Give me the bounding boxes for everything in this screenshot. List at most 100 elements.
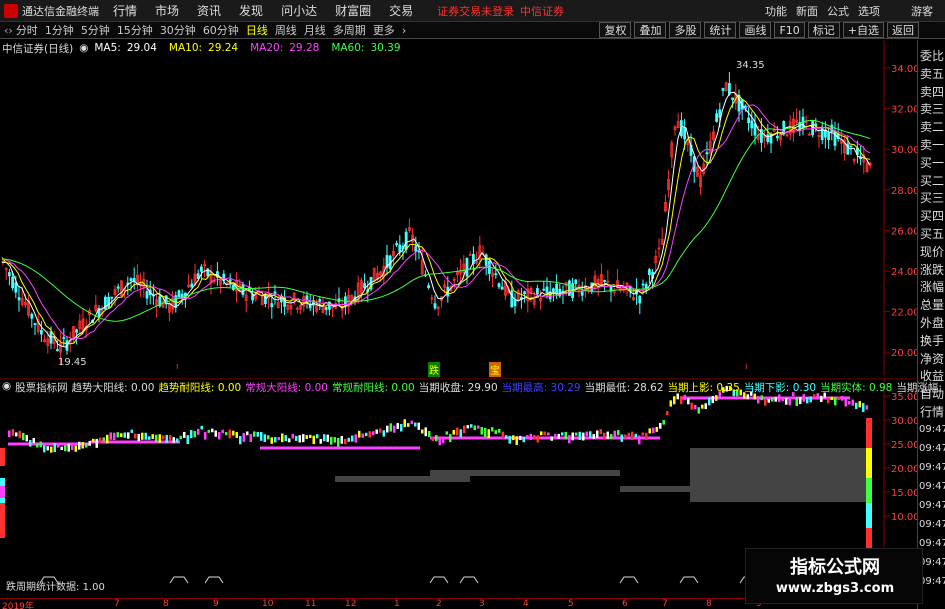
menu-new-page[interactable]: 新面 bbox=[796, 3, 818, 19]
right-tab[interactable]: 买四 bbox=[919, 208, 945, 224]
indicator-candle bbox=[379, 428, 382, 433]
indicator-candle bbox=[585, 431, 588, 437]
menu-quotes[interactable]: 行情 bbox=[113, 2, 137, 19]
right-tab[interactable]: 卖一 bbox=[919, 137, 945, 153]
right-tab[interactable]: 涨跌 bbox=[919, 262, 945, 278]
guest-button[interactable]: 游客 bbox=[911, 3, 933, 19]
chevron-right-icon[interactable]: › bbox=[402, 24, 406, 37]
right-tab[interactable]: 买一 bbox=[919, 155, 945, 171]
menu-news[interactable]: 资讯 bbox=[197, 2, 221, 19]
right-tab[interactable]: 行情 bbox=[919, 404, 945, 420]
tool-mark-button[interactable]: 标记 bbox=[807, 22, 840, 38]
right-tab[interactable]: 卖四 bbox=[919, 84, 945, 100]
candle-body bbox=[753, 123, 757, 136]
indicator-candle bbox=[253, 431, 256, 437]
right-tab[interactable]: 外盘 bbox=[919, 315, 945, 331]
candle-body bbox=[542, 288, 546, 291]
ma-line-0 bbox=[1, 91, 871, 348]
right-tab[interactable]: 买三 bbox=[919, 190, 945, 206]
tool-adjust-button[interactable]: 复权 bbox=[599, 22, 632, 38]
period-1min[interactable]: 1分钟 bbox=[45, 22, 74, 38]
indicator-candle bbox=[172, 437, 175, 443]
indicator-candle bbox=[491, 427, 494, 432]
period-15min[interactable]: 15分钟 bbox=[117, 22, 153, 38]
menu-market[interactable]: 市场 bbox=[155, 2, 179, 19]
broker-name[interactable]: 中信证券 bbox=[520, 3, 564, 19]
menu-wealth[interactable]: 财富圈 bbox=[335, 2, 371, 19]
period-30min[interactable]: 30分钟 bbox=[160, 22, 196, 38]
menu-formula[interactable]: 公式 bbox=[827, 3, 849, 19]
menu-trade[interactable]: 交易 bbox=[389, 2, 413, 19]
tool-multi-stock-button[interactable]: 多股 bbox=[669, 22, 702, 38]
menu-assistant[interactable]: 问小达 bbox=[281, 2, 317, 19]
indicator-candle bbox=[141, 432, 144, 440]
indicator-toggle-icon[interactable]: ◉ bbox=[2, 380, 11, 393]
indicator-candle bbox=[228, 429, 231, 439]
indicator-item: 当期下影: 0.30 bbox=[743, 382, 817, 394]
red-marker-2: ı bbox=[745, 362, 748, 372]
tool-stats-button[interactable]: 统计 bbox=[704, 22, 737, 38]
right-tab[interactable]: 买二 bbox=[919, 173, 945, 189]
indicator-candle bbox=[211, 428, 214, 433]
indicator-candle bbox=[57, 444, 60, 448]
indicator-left-bar bbox=[0, 486, 5, 498]
ma60-label: MA60: 30.39 bbox=[331, 42, 401, 54]
tool-f10-button[interactable]: F10 bbox=[774, 22, 805, 38]
date-label: 4 bbox=[523, 599, 529, 609]
indicator-candle bbox=[484, 428, 487, 437]
nav-left-icon[interactable]: ‹› bbox=[4, 24, 13, 37]
indicator-candle bbox=[127, 432, 130, 439]
indicator-candle bbox=[519, 435, 522, 441]
right-tab[interactable]: 换手 bbox=[919, 333, 945, 349]
right-tab[interactable]: 卖五 bbox=[919, 66, 945, 82]
candle-body bbox=[305, 295, 309, 301]
right-time: 09:47 bbox=[919, 481, 945, 492]
period-5min[interactable]: 5分钟 bbox=[81, 22, 110, 38]
right-tab[interactable]: 总量 bbox=[919, 297, 945, 313]
period-daily[interactable]: 日线 bbox=[246, 22, 268, 38]
indicator-candle bbox=[459, 429, 462, 438]
candle-body bbox=[324, 307, 328, 310]
indicator-item: 当期收盘: 29.90 bbox=[418, 382, 498, 394]
title-bar: 通达信金融终端 行情 市场 资讯 发现 问小达 财富圈 交易 证券交易未登录 中… bbox=[0, 0, 945, 22]
date-label: 12 bbox=[345, 599, 357, 609]
indicator-candle bbox=[802, 394, 805, 402]
menu-function[interactable]: 功能 bbox=[765, 3, 787, 19]
right-tab[interactable]: 现价 bbox=[919, 244, 945, 260]
indicator-name[interactable]: 股票指标网 bbox=[15, 380, 68, 394]
indicator-candle bbox=[494, 430, 497, 435]
menu-options[interactable]: 选项 bbox=[858, 3, 880, 19]
tool-draw-button[interactable]: 画线 bbox=[739, 22, 772, 38]
indicator-candle bbox=[144, 432, 147, 440]
period-intraday[interactable]: 分时 bbox=[16, 22, 38, 38]
login-notice[interactable]: 证券交易未登录 bbox=[437, 3, 514, 19]
period-60min[interactable]: 60分钟 bbox=[203, 22, 239, 38]
indicator-tick-label: 20.00 bbox=[891, 464, 917, 475]
period-monthly[interactable]: 月线 bbox=[304, 22, 326, 38]
period-weekly[interactable]: 周线 bbox=[275, 22, 297, 38]
tool-add-watchlist-button[interactable]: +自选 bbox=[842, 22, 884, 38]
price-tick-label: 30.00 bbox=[891, 145, 917, 156]
candle-body bbox=[568, 280, 571, 296]
menu-discover[interactable]: 发现 bbox=[239, 2, 263, 19]
right-tab[interactable]: 涨幅 bbox=[919, 279, 945, 295]
period-multi[interactable]: 多周期 bbox=[333, 22, 366, 38]
tool-overlay-button[interactable]: 叠加 bbox=[634, 22, 667, 38]
candle-body bbox=[484, 254, 488, 266]
stock-name[interactable]: 中信证券(日线) bbox=[2, 41, 73, 56]
right-tab[interactable]: 净资 bbox=[919, 351, 945, 367]
right-tab[interactable]: 卖三 bbox=[919, 101, 945, 117]
tool-back-button[interactable]: 返回 bbox=[887, 22, 919, 38]
right-tab[interactable]: 买五 bbox=[919, 226, 945, 242]
right-tab[interactable]: 卖二 bbox=[919, 119, 945, 135]
legend-toggle-icon[interactable]: ◉ bbox=[79, 42, 88, 54]
right-time: 09:47 bbox=[919, 462, 945, 473]
right-tab[interactable]: 委比 bbox=[919, 48, 945, 64]
indicator-candle bbox=[480, 426, 483, 435]
period-more[interactable]: 更多 bbox=[373, 22, 395, 38]
indicator-bump bbox=[619, 576, 639, 584]
indicator-candle bbox=[403, 419, 406, 428]
indicator-candle bbox=[592, 434, 595, 439]
candle-body bbox=[110, 296, 114, 299]
candlestick-chart[interactable]: 34.00 32.00 30.00 28.00 26.00 24.00 22.00 20.00… bbox=[0, 40, 917, 375]
